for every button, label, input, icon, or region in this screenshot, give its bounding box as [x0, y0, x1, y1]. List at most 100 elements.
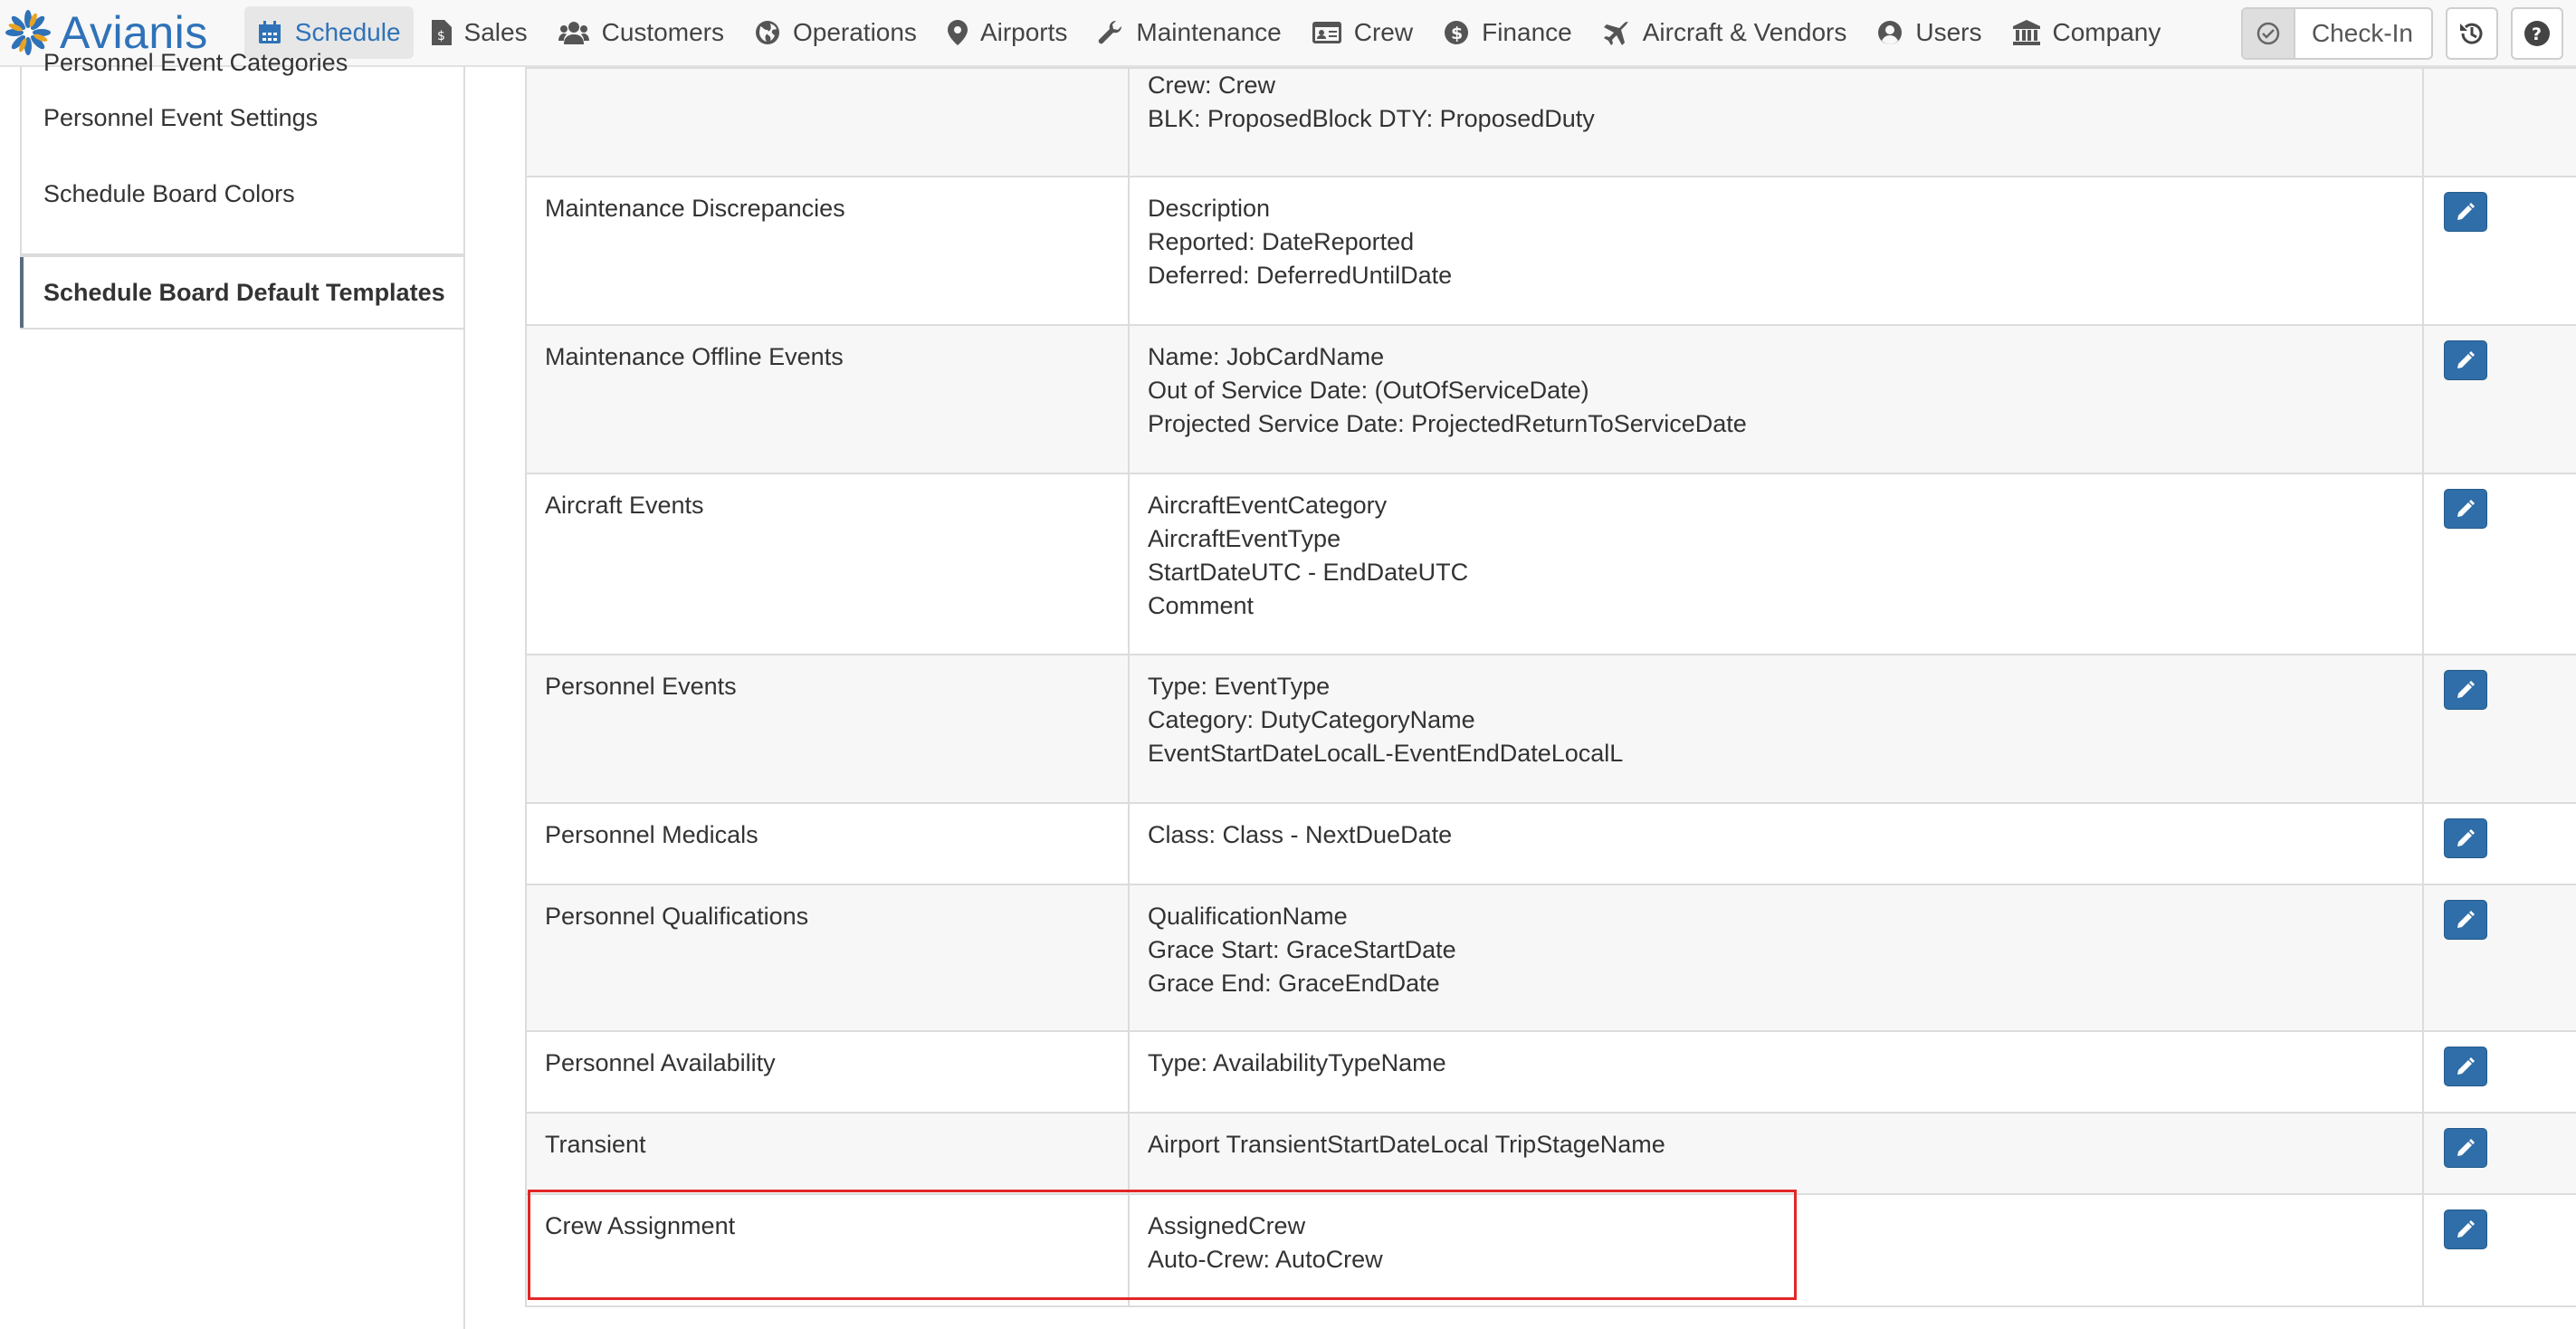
row-actions	[2422, 884, 2576, 1032]
pencil-icon	[2457, 500, 2475, 517]
main-menu: Schedule $ Sales Customers Operations Ai…	[243, 0, 2180, 66]
history-icon	[2460, 23, 2483, 44]
nav-label: Customers	[601, 18, 724, 46]
sidebar-item-schedule-board-colors[interactable]: Schedule Board Colors	[22, 156, 463, 232]
check-in-button[interactable]: Check-In	[2240, 7, 2433, 60]
row-template: Class: Class - NextDueDate	[1128, 802, 2424, 885]
check-circle-icon	[2256, 22, 2280, 45]
table-row: Personnel Medicals Class: Class - NextDu…	[525, 802, 2576, 885]
globe-icon	[755, 21, 779, 44]
row-template: Name: JobCardName Out of Service Date: (…	[1128, 324, 2424, 474]
invoice-icon: $	[431, 20, 452, 45]
history-button[interactable]	[2446, 7, 2498, 60]
pencil-icon	[2457, 911, 2475, 928]
nav-company[interactable]: Company	[2000, 6, 2174, 59]
edit-button[interactable]	[2444, 818, 2487, 858]
nav-aircraft-vendors[interactable]: Aircraft & Vendors	[1590, 6, 1860, 59]
user-circle-icon	[1878, 21, 1903, 44]
row-name: Maintenance Offline Events	[525, 324, 1130, 474]
nav-label: Schedule	[294, 18, 401, 46]
row-template: Type: AvailabilityTypeName	[1128, 1030, 2424, 1114]
wrench-icon	[1099, 20, 1122, 44]
sidebar-active-group: Schedule Board Default Templates	[20, 255, 465, 330]
table-row: Maintenance Discrepancies Description Re…	[525, 176, 2576, 326]
table-row: Personnel Availability Type: Availabilit…	[525, 1030, 2576, 1114]
pencil-icon	[2457, 681, 2475, 698]
sidebar-item-label: Schedule Board Colors	[43, 179, 295, 207]
header-tools: Check-In ?	[2240, 0, 2576, 67]
edit-button[interactable]	[2444, 1128, 2487, 1168]
row-template: AircraftEventCategory AircraftEventType …	[1128, 473, 2424, 655]
edit-button[interactable]	[2444, 192, 2487, 232]
row-actions	[2422, 802, 2576, 885]
row-actions	[2422, 473, 2576, 655]
pencil-icon	[2457, 1220, 2475, 1238]
nav-label: Sales	[463, 18, 528, 46]
edit-button[interactable]	[2444, 900, 2487, 940]
edit-button[interactable]	[2444, 1209, 2487, 1249]
nav-label: Airports	[979, 18, 1068, 46]
nav-label: Users	[1915, 18, 1982, 46]
edit-button[interactable]	[2444, 489, 2487, 529]
table-row: Transient Airport TransientStartDateLoca…	[525, 1112, 2576, 1195]
table-row: Maintenance Offline Events Name: JobCard…	[525, 324, 2576, 474]
pencil-icon	[2457, 829, 2475, 846]
row-name: Personnel Availability	[525, 1030, 1130, 1114]
row-name: Aircraft Events	[525, 473, 1130, 655]
row-template: AssignedCrew Auto-Crew: AutoCrew	[1128, 1193, 2424, 1307]
nav-crew[interactable]: Crew	[1300, 6, 1426, 59]
edit-button[interactable]	[2444, 1047, 2487, 1086]
nav-customers[interactable]: Customers	[546, 6, 737, 59]
row-template: Crew: Crew BLK: ProposedBlock DTY: Propo…	[1128, 67, 2424, 177]
nav-airports[interactable]: Airports	[935, 6, 1080, 59]
nav-label: Crew	[1353, 18, 1414, 46]
sidebar-item-label: Schedule Board Default Templates	[43, 278, 445, 306]
sidebar-item-personnel-event-categories[interactable]: Personnel Event Categories	[22, 47, 463, 80]
row-template: Type: EventType Category: DutyCategoryNa…	[1128, 654, 2424, 804]
table-row: Crew Assignment AssignedCrew Auto-Crew: …	[525, 1193, 2576, 1307]
dollar-icon: $	[1445, 21, 1469, 44]
row-actions	[2422, 1112, 2576, 1195]
pencil-icon	[2457, 1057, 2475, 1075]
row-name: Personnel Events	[525, 654, 1130, 804]
pencil-icon	[2457, 351, 2475, 368]
nav-label: Operations	[792, 18, 917, 46]
edit-button[interactable]	[2444, 340, 2487, 380]
nav-operations[interactable]: Operations	[742, 6, 930, 59]
nav-finance[interactable]: $ Finance	[1431, 6, 1585, 59]
settings-sidebar: Personnel Event Categories Personnel Eve…	[20, 49, 465, 1329]
row-actions	[2422, 67, 2576, 177]
nav-label: Aircraft & Vendors	[1642, 18, 1847, 46]
row-template: Description Reported: DateReported Defer…	[1128, 176, 2424, 326]
calendar-icon	[258, 21, 281, 43]
row-actions	[2422, 1193, 2576, 1307]
nav-maintenance[interactable]: Maintenance	[1085, 6, 1293, 59]
check-in-icon-box	[2242, 9, 2295, 58]
sidebar-item-schedule-board-default-templates[interactable]: Schedule Board Default Templates	[20, 257, 463, 328]
default-templates-table: Crew: Crew BLK: ProposedBlock DTY: Propo…	[525, 67, 2576, 1307]
help-button[interactable]: ?	[2511, 7, 2563, 60]
row-template: Airport TransientStartDateLocal TripStag…	[1128, 1112, 2424, 1195]
users-group-icon	[558, 22, 589, 44]
building-icon	[2012, 20, 2040, 45]
row-name	[525, 67, 1130, 177]
row-actions	[2422, 1030, 2576, 1114]
row-name: Personnel Medicals	[525, 802, 1130, 885]
sidebar-item-personnel-event-settings[interactable]: Personnel Event Settings	[22, 80, 463, 156]
pencil-icon	[2457, 1139, 2475, 1156]
row-actions	[2422, 176, 2576, 326]
row-template: QualificationName Grace Start: GraceStar…	[1128, 884, 2424, 1032]
row-name: Personnel Qualifications	[525, 884, 1130, 1032]
row-actions	[2422, 324, 2576, 474]
plane-icon	[1603, 21, 1629, 45]
row-actions	[2422, 654, 2576, 804]
sidebar-group: Personnel Event Categories Personnel Eve…	[20, 49, 465, 255]
nav-users[interactable]: Users	[1865, 6, 1994, 59]
map-marker-icon	[947, 20, 968, 45]
edit-button[interactable]	[2444, 670, 2487, 710]
svg-text:?: ?	[2532, 24, 2542, 44]
templates-table-container: Crew: Crew BLK: ProposedBlock DTY: Propo…	[525, 67, 2576, 1307]
table-row: Crew: Crew BLK: ProposedBlock DTY: Propo…	[525, 67, 2576, 177]
sidebar-divider	[463, 330, 465, 1329]
nav-label: Maintenance	[1136, 18, 1282, 46]
